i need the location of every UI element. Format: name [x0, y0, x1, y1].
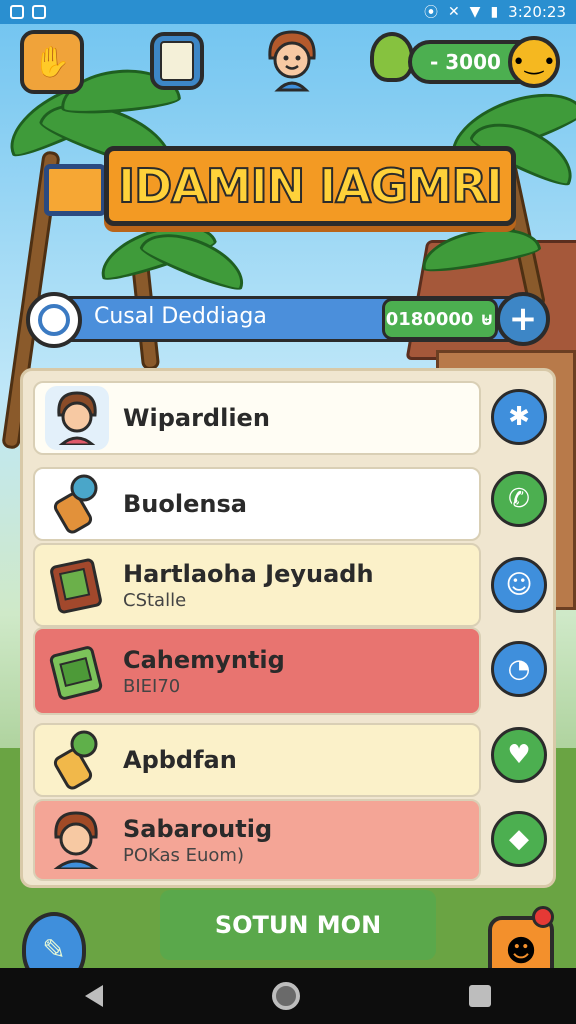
primary-action-label: SOTUN MON [214, 911, 382, 939]
status-time: 3:20:23 [508, 3, 566, 21]
list-item[interactable]: Buolensa [33, 467, 481, 541]
image-icon [32, 5, 46, 19]
hand-icon: ✋ [33, 44, 71, 80]
item-list-panel: Wipardlien Buolensa Hartlaoha Jeyuadh CS… [20, 368, 556, 888]
top-bar: ✋ - 3000 •‿• [0, 28, 576, 98]
star-icon: ✱ [508, 402, 530, 432]
phone-icon: ✆ [508, 484, 530, 514]
coin-icon: •‿• [512, 49, 556, 75]
book-icon [45, 553, 109, 617]
torch-icon [45, 472, 109, 536]
smile-icon: ☺ [505, 570, 533, 600]
vibrate-icon: ⦿ [423, 5, 438, 21]
feather-icon: ✎ [42, 932, 66, 966]
title-banner: IDAMIN IAGMRI [104, 146, 516, 226]
journal-button[interactable] [150, 32, 204, 90]
item-name: Apbdfan [123, 746, 237, 774]
item-subtitle: BIEI70 [123, 675, 181, 697]
item-subtitle: POKas Euom) [123, 844, 244, 866]
back-icon[interactable] [84, 985, 103, 1007]
item-subtitle: CStalle [123, 589, 187, 611]
diamond-icon: ◆ [509, 824, 529, 854]
heart-icon: ♥ [507, 740, 531, 770]
currency-counter: 0180000 ⊌ [382, 298, 498, 340]
notification-icon [10, 5, 24, 19]
item-name: Cahemyntig [123, 645, 285, 674]
call-button[interactable]: ✆ [491, 471, 547, 527]
list-item[interactable]: Cahemyntig BIEI70 [33, 627, 481, 715]
star-button[interactable]: ✱ [491, 389, 547, 445]
person-icon [45, 386, 109, 450]
journal-icon [160, 41, 194, 81]
wifi-icon: ▼ [469, 4, 481, 20]
picture-frame-icon [44, 164, 106, 216]
player-bar: Cusal Deddiaga 0180000 ⊌ + [26, 292, 554, 348]
torch-icon [45, 728, 109, 792]
item-name: Buolensa [123, 490, 247, 518]
like-button[interactable]: ♥ [491, 727, 547, 783]
chat-icon: ◔ [507, 654, 531, 684]
cash-icon [45, 639, 109, 703]
game-title: IDAMIN IAGMRI [117, 158, 504, 214]
mute-icon: ✕ [447, 4, 460, 20]
list-item[interactable]: Sabaroutig POKas Euom) [33, 799, 481, 881]
player-name: Cusal Deddiaga [94, 304, 267, 329]
list-item[interactable]: Wipardlien [33, 381, 481, 455]
add-currency-button[interactable]: + [496, 292, 550, 346]
title-area: IDAMIN IAGMRI [44, 140, 516, 236]
list-item[interactable]: Hartlaoha Jeyuadh CStalle [33, 543, 481, 627]
notification-badge [532, 906, 554, 928]
item-name: Hartlaoha Jeyuadh [123, 559, 374, 588]
chat-button[interactable]: ◔ [491, 641, 547, 697]
battery-icon: ▮ [490, 4, 499, 20]
system-nav-bar [0, 968, 576, 1024]
home-icon[interactable] [271, 982, 300, 1010]
character-icon: ☻ [505, 933, 537, 969]
coins-value: - 3000 [430, 50, 501, 74]
gem-button[interactable]: ◆ [491, 811, 547, 867]
avatar-button[interactable] [262, 28, 322, 92]
item-name: Wipardlien [123, 404, 270, 432]
avatar-icon [268, 30, 316, 92]
currency-value: 0180000 ⊌ [385, 308, 495, 330]
plus-icon: + [508, 299, 538, 339]
primary-action-button[interactable]: SOTUN MON [160, 890, 436, 960]
target-icon [26, 292, 82, 348]
profile-hand-button[interactable]: ✋ [20, 30, 84, 94]
emote-button[interactable]: ☺ [491, 557, 547, 613]
status-bar: ⦿ ✕ ▼ ▮ 3:20:23 [0, 0, 576, 24]
person-icon [45, 808, 109, 872]
coin-button[interactable]: •‿• [508, 36, 560, 88]
recents-icon[interactable] [469, 985, 492, 1007]
list-item[interactable]: Apbdfan [33, 723, 481, 797]
item-name: Sabaroutig [123, 814, 273, 843]
